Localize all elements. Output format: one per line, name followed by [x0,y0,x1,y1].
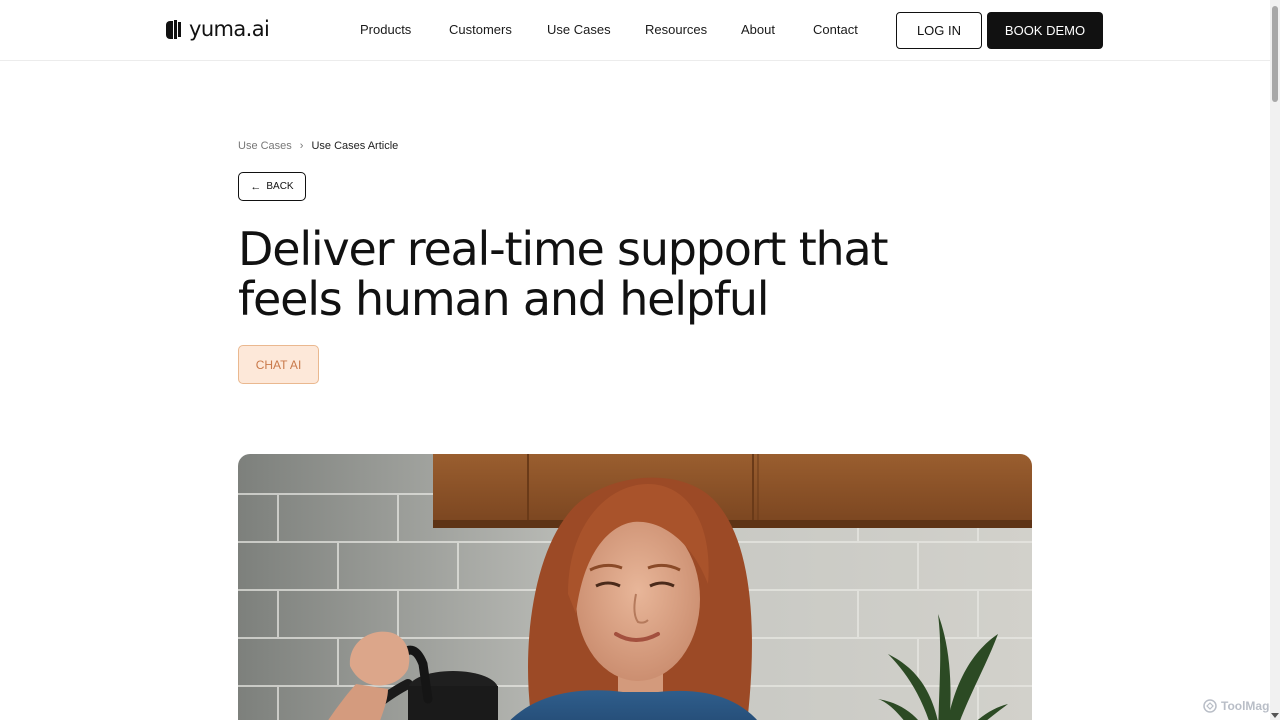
nav-item-products[interactable]: Products [360,22,411,37]
back-button-label: BACK [266,181,294,192]
arrow-left-icon: ← [250,180,262,193]
hero-image [238,454,1032,720]
page-scrollbar[interactable] [1270,0,1280,720]
book-demo-button[interactable]: BOOK DEMO [987,12,1103,49]
watermark-text: ToolMage [1221,699,1277,713]
nav-item-use-cases[interactable]: Use Cases [547,22,611,37]
brand-logo[interactable]: yuma.ai [166,17,270,41]
chevron-right-icon: › [299,140,304,152]
category-tag[interactable]: CHAT AI [238,345,319,384]
scroll-down-arrow-icon[interactable] [1271,713,1279,718]
breadcrumb-current: Use Cases Article [311,140,399,152]
brand-name: yuma.ai [189,17,270,41]
toolmage-logo-icon [1203,699,1217,713]
back-button[interactable]: ← BACK [238,172,306,201]
nav-item-customers[interactable]: Customers [449,22,512,37]
logo-icon [166,19,183,39]
login-button[interactable]: LOG IN [896,12,982,49]
site-header: yuma.ai Products Customers Use Cases Res… [0,0,1270,61]
page-title: Deliver real-time support that feels hum… [238,222,889,326]
nav-item-contact[interactable]: Contact [813,22,858,37]
watermark: ToolMage [1203,699,1276,713]
breadcrumb-link-use-cases[interactable]: Use Cases [238,140,292,152]
scrollbar-thumb[interactable] [1272,6,1278,102]
nav-item-about[interactable]: About [741,22,775,37]
breadcrumb: Use Cases › Use Cases Article [238,140,398,152]
photo-woman-pouring-kettle-icon [238,454,1032,720]
nav-item-resources[interactable]: Resources [645,22,707,37]
